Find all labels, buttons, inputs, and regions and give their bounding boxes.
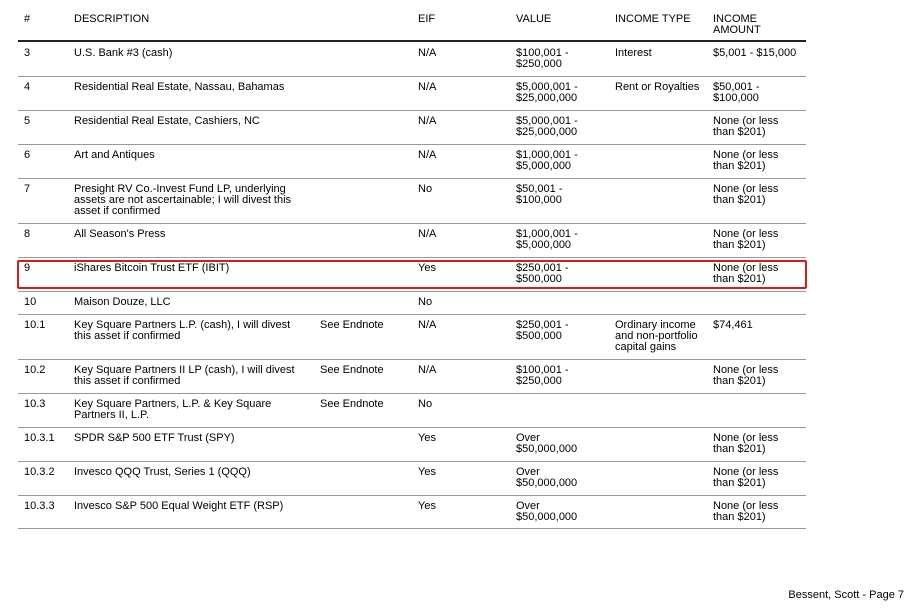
row-income-amount: $5,001 - $15,000 <box>713 47 797 59</box>
header-num: # <box>24 13 31 25</box>
row-description: Invesco S&P 500 Equal Weight ETF (RSP) <box>74 500 284 512</box>
row-eif: Yes <box>418 466 436 478</box>
row-num: 10.2 <box>24 364 46 376</box>
row-num: 3 <box>24 47 31 59</box>
row-income-amount: None (or less than $201) <box>713 183 779 206</box>
row-income-amount: None (or less than $201) <box>713 115 779 138</box>
row-num: 10.3.3 <box>24 500 55 512</box>
table-row: 10.1 Key Square Partners L.P. (cash), I w… <box>18 314 806 360</box>
row-description: U.S. Bank #3 (cash) <box>74 47 173 59</box>
row-description: Residential Real Estate, Nassau, Bahamas <box>74 81 285 93</box>
row-note: See Endnote <box>320 364 384 376</box>
table-row: 10 Maison Douze, LLC No <box>18 291 806 315</box>
row-value: $1,000,001 - $5,000,000 <box>516 228 578 251</box>
row-value: Over $50,000,000 <box>516 500 578 523</box>
table-row: 8 All Season's Press N/A $1,000,001 - $5,00… <box>18 223 806 258</box>
row-num: 8 <box>24 228 31 240</box>
row-value: $5,000,001 - $25,000,000 <box>516 115 578 138</box>
row-num: 10.3.1 <box>24 432 55 444</box>
table-row: 10.3 Key Square Partners, L.P. & Key Squa… <box>18 393 806 428</box>
row-income-type: Interest <box>615 47 652 59</box>
table-header: # DESCRIPTION EIF VALUE INCOME TYPE INCO… <box>18 12 806 42</box>
table-row: 10.3.2 Invesco QQQ Trust, Series 1 (QQQ) Y… <box>18 461 806 496</box>
row-description: Presight RV Co.-Invest Fund LP, underlyi… <box>74 183 292 217</box>
row-num: 10.3 <box>24 398 46 410</box>
row-value: Over $50,000,000 <box>516 432 578 455</box>
row-description: Art and Antiques <box>74 149 155 161</box>
row-income-amount: None (or less than $201) <box>713 149 779 172</box>
row-income-amount: None (or less than $201) <box>713 228 779 251</box>
row-eif: N/A <box>418 228 437 240</box>
row-value: $100,001 - $250,000 <box>516 47 569 70</box>
row-income-amount: None (or less than $201) <box>713 500 779 523</box>
row-income-type: Ordinary income and non-portfolio capita… <box>615 319 698 353</box>
row-eif: N/A <box>418 47 437 59</box>
row-num: 5 <box>24 115 31 127</box>
row-income-amount: None (or less than $201) <box>713 432 779 455</box>
row-eif: N/A <box>418 115 437 127</box>
row-value: $250,001 - $500,000 <box>516 319 569 342</box>
document-page: # DESCRIPTION EIF VALUE INCOME TYPE INCO… <box>0 0 923 610</box>
row-note: See Endnote <box>320 398 384 410</box>
row-eif: No <box>418 398 433 410</box>
row-description: Invesco QQQ Trust, Series 1 (QQQ) <box>74 466 251 478</box>
row-eif: No <box>418 296 433 308</box>
row-eif: N/A <box>418 81 437 93</box>
row-description: Key Square Partners L.P. (cash), I will … <box>74 319 291 342</box>
row-eif: N/A <box>418 364 437 376</box>
row-income-amount: None (or less than $201) <box>713 364 779 387</box>
row-income-amount: $74,461 <box>713 319 753 331</box>
row-num: 4 <box>24 81 31 93</box>
row-num: 10.1 <box>24 319 46 331</box>
header-eif: EIF <box>418 13 436 25</box>
row-value: Over $50,000,000 <box>516 466 578 489</box>
table-row: 4 Residential Real Estate, Nassau, Bahama… <box>18 76 806 111</box>
row-description: Key Square Partners II LP (cash), I will… <box>74 364 295 387</box>
row-description: Residential Real Estate, Cashiers, NC <box>74 115 260 127</box>
row-income-amount: None (or less than $201) <box>713 466 779 489</box>
row-num: 10 <box>24 296 37 308</box>
row-value: $5,000,001 - $25,000,000 <box>516 81 578 104</box>
row-num: 10.3.2 <box>24 466 55 478</box>
table-row: 10.3.3 Invesco S&P 500 Equal Weight ETF (… <box>18 495 806 529</box>
row-value: $1,000,001 - $5,000,000 <box>516 149 578 172</box>
row-income-type: Rent or Royalties <box>615 81 700 93</box>
row-eif: No <box>418 183 433 195</box>
row-description: Key Square Partners, L.P. & Key Square P… <box>74 398 272 421</box>
table-row: 5 Residential Real Estate, Cashiers, NC N/… <box>18 110 806 145</box>
header-value: VALUE <box>516 13 552 25</box>
table-row: 7 Presight RV Co.-Invest Fund LP, underly… <box>18 178 806 224</box>
row-eif: N/A <box>418 149 437 161</box>
header-income-amount: INCOME AMOUNT <box>713 13 761 36</box>
row-income-amount: $50,001 - $100,000 <box>713 81 760 104</box>
highlight-box <box>17 260 807 289</box>
table-row: 10.3.1 SPDR S&P 500 ETF Trust (SPY) Yes Ove… <box>18 427 806 462</box>
table-row: 6 Art and Antiques N/A $1,000,001 - $5,000,… <box>18 144 806 179</box>
row-value: $100,001 - $250,000 <box>516 364 569 387</box>
page-footer: Bessent, Scott - Page 7 <box>788 589 904 601</box>
header-income-type: INCOME TYPE <box>615 13 691 25</box>
header-description: DESCRIPTION <box>74 13 150 25</box>
table-row: 3 U.S. Bank #3 (cash) N/A $100,001 - $250,0… <box>18 42 806 77</box>
row-note: See Endnote <box>320 319 384 331</box>
row-value: $50,001 - $100,000 <box>516 183 563 206</box>
row-eif: N/A <box>418 319 437 331</box>
row-description: Maison Douze, LLC <box>74 296 171 308</box>
row-eif: Yes <box>418 500 436 512</box>
row-num: 7 <box>24 183 31 195</box>
row-description: SPDR S&P 500 ETF Trust (SPY) <box>74 432 235 444</box>
row-eif: Yes <box>418 432 436 444</box>
row-description: All Season's Press <box>74 228 166 240</box>
row-num: 6 <box>24 149 31 161</box>
table-row: 10.2 Key Square Partners II LP (cash), I … <box>18 359 806 394</box>
